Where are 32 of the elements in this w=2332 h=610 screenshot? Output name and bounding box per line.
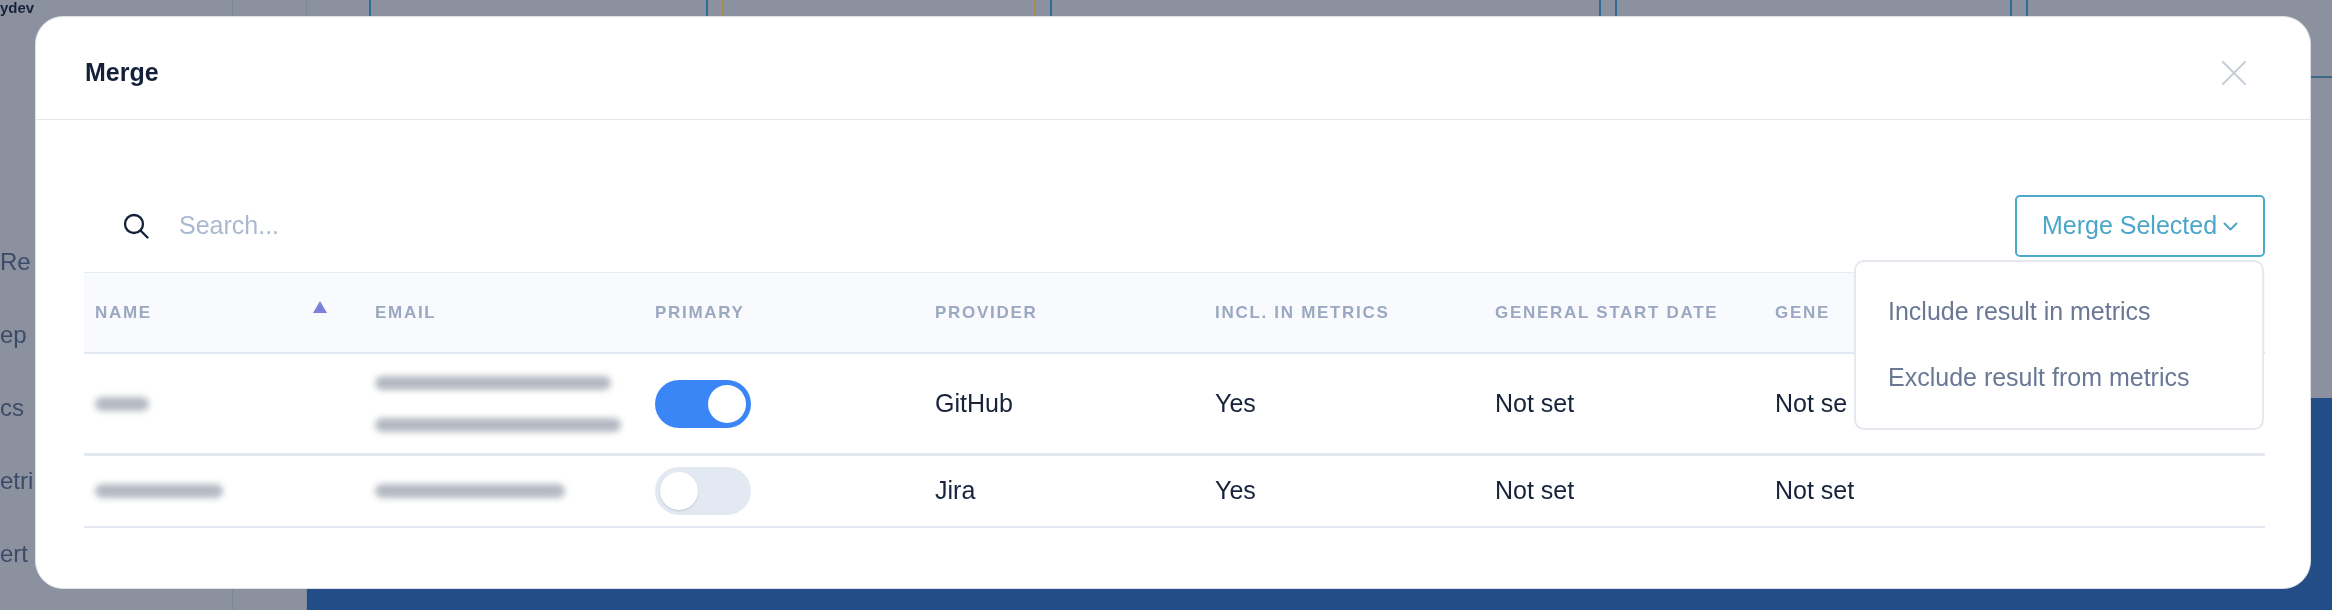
column-header[interactable]: INCL. IN METRICS [1215, 299, 1390, 326]
table-cell-text: Jira [935, 475, 976, 507]
primary-toggle[interactable] [655, 467, 751, 515]
column-header[interactable]: GENERAL START DATE [1495, 299, 1719, 326]
logo-text: ydev [0, 0, 35, 16]
table-cell-text: Not set [1495, 387, 1575, 419]
nav-item[interactable]: ert [0, 539, 28, 569]
table-cell-text: Yes [1215, 475, 1256, 507]
sort-arrow-icon[interactable] [313, 300, 327, 313]
merge-selected-button[interactable]: Merge Selected [2015, 195, 2265, 257]
table-cell-text: Not set [1495, 475, 1575, 507]
nav-item[interactable]: cs [0, 393, 24, 423]
menu-item[interactable]: Include result in metrics [1856, 279, 2262, 345]
table-cell-text: Not se [1775, 387, 1848, 419]
column-header[interactable]: GENE [1775, 299, 1830, 326]
search-icon [123, 213, 149, 239]
column-header[interactable]: PRIMARY [655, 299, 745, 326]
primary-toggle[interactable] [655, 379, 751, 428]
dialog-title: Merge [85, 57, 159, 89]
menu-item[interactable]: Exclude result from metrics [1856, 345, 2262, 411]
nav-item[interactable]: ep [0, 320, 27, 350]
chevron-down-icon [2223, 221, 2239, 231]
blurred-text [95, 396, 149, 411]
nav-item[interactable]: Re [0, 247, 31, 277]
column-header[interactable]: EMAIL [375, 299, 437, 326]
column-header[interactable]: NAME [95, 299, 152, 326]
table-cell-text: GitHub [935, 387, 1013, 419]
table-cell-text: Not set [1775, 475, 1855, 507]
search-field[interactable]: Search... [179, 208, 539, 244]
table-cell-text: Yes [1215, 387, 1256, 419]
nav-item[interactable]: etri [0, 466, 34, 496]
column-header[interactable]: PROVIDER [935, 299, 1038, 326]
